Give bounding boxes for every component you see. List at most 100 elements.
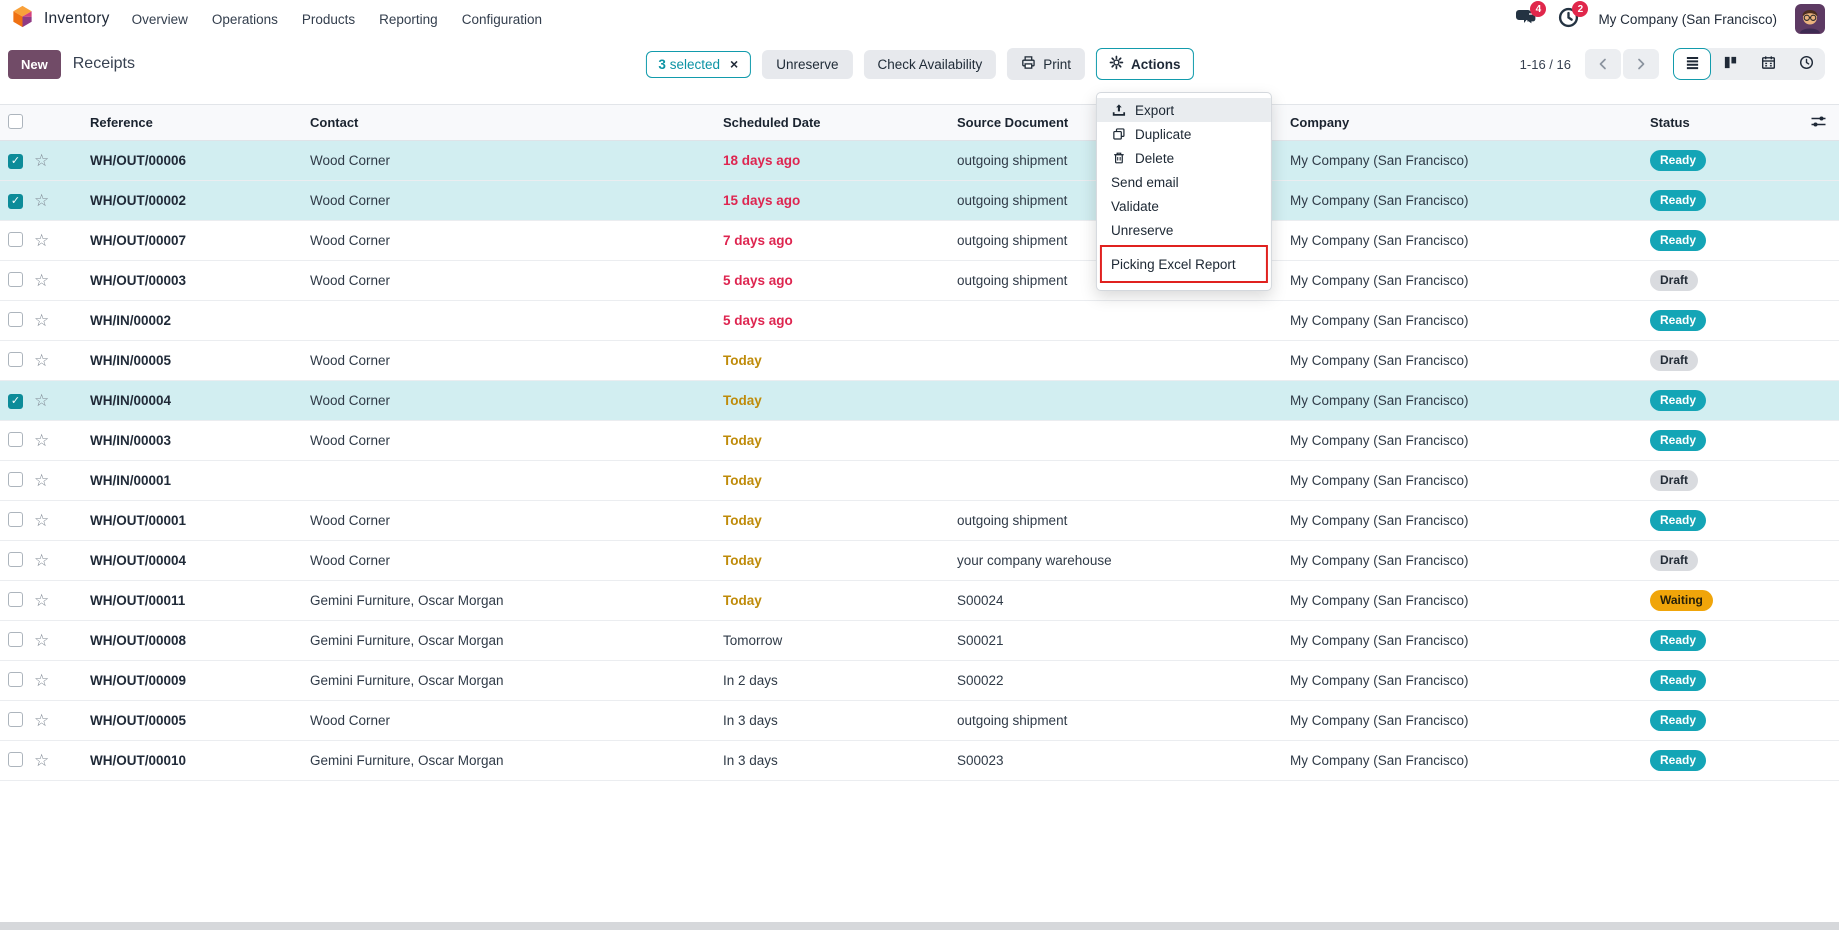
favorite-star-icon[interactable]: ☆: [34, 432, 90, 449]
company-cell[interactable]: My Company (San Francisco): [1290, 233, 1650, 248]
contact-cell[interactable]: Gemini Furniture, Oscar Morgan: [310, 753, 723, 768]
nav-menu-products[interactable]: Products: [302, 12, 355, 27]
scheduled-date-cell[interactable]: In 3 days: [723, 753, 957, 768]
company-cell[interactable]: My Company (San Francisco): [1290, 433, 1650, 448]
row-checkbox[interactable]: [8, 512, 23, 527]
company-cell[interactable]: My Company (San Francisco): [1290, 153, 1650, 168]
row-checkbox[interactable]: [8, 352, 23, 367]
contact-cell[interactable]: Wood Corner: [310, 513, 723, 528]
scheduled-date-cell[interactable]: Today: [723, 513, 957, 528]
row-checkbox[interactable]: [8, 712, 23, 727]
nav-menu-overview[interactable]: Overview: [132, 12, 188, 27]
company-cell[interactable]: My Company (San Francisco): [1290, 353, 1650, 368]
row-checkbox[interactable]: ✓: [8, 194, 23, 209]
favorite-star-icon[interactable]: ☆: [34, 672, 90, 689]
contact-cell[interactable]: Wood Corner: [310, 193, 723, 208]
company-cell[interactable]: My Company (San Francisco): [1290, 273, 1650, 288]
header-scheduled-date[interactable]: Scheduled Date: [723, 115, 957, 130]
favorite-star-icon[interactable]: ☆: [34, 512, 90, 529]
source-document-cell[interactable]: S00023: [957, 753, 1290, 768]
print-button[interactable]: Print: [1007, 48, 1085, 80]
company-cell[interactable]: My Company (San Francisco): [1290, 753, 1650, 768]
favorite-star-icon[interactable]: ☆: [34, 152, 90, 169]
table-row[interactable]: ☆ WH/IN/00002 5 days ago My Company (San…: [0, 301, 1839, 341]
table-row[interactable]: ☆ WH/IN/00003 Wood Corner Today My Compa…: [0, 421, 1839, 461]
user-avatar[interactable]: [1795, 4, 1825, 34]
optional-columns-icon[interactable]: [1810, 113, 1827, 133]
contact-cell[interactable]: Wood Corner: [310, 433, 723, 448]
favorite-star-icon[interactable]: ☆: [34, 752, 90, 769]
contact-cell[interactable]: Gemini Furniture, Oscar Morgan: [310, 593, 723, 608]
scheduled-date-cell[interactable]: 15 days ago: [723, 193, 957, 208]
favorite-star-icon[interactable]: ☆: [34, 712, 90, 729]
favorite-star-icon[interactable]: ☆: [34, 592, 90, 609]
app-switcher[interactable]: Inventory: [10, 4, 110, 34]
table-row[interactable]: ✓ ☆ WH/IN/00004 Wood Corner Today My Com…: [0, 381, 1839, 421]
scheduled-date-cell[interactable]: Tomorrow: [723, 633, 957, 648]
scheduled-date-cell[interactable]: 5 days ago: [723, 273, 957, 288]
scheduled-date-cell[interactable]: 5 days ago: [723, 313, 957, 328]
table-row[interactable]: ☆ WH/OUT/00004 Wood Corner Today your co…: [0, 541, 1839, 581]
scheduled-date-cell[interactable]: 7 days ago: [723, 233, 957, 248]
contact-cell[interactable]: Wood Corner: [310, 153, 723, 168]
favorite-star-icon[interactable]: ☆: [34, 232, 90, 249]
row-checkbox[interactable]: [8, 272, 23, 287]
table-row[interactable]: ☆ WH/IN/00001 Today My Company (San Fran…: [0, 461, 1839, 501]
menu-item-unreserve[interactable]: Unreserve: [1097, 218, 1271, 242]
reference-cell[interactable]: WH/OUT/00010: [90, 753, 310, 768]
row-checkbox[interactable]: [8, 472, 23, 487]
header-company[interactable]: Company: [1290, 115, 1650, 130]
pager-next-button[interactable]: [1623, 49, 1659, 79]
reference-cell[interactable]: WH/OUT/00008: [90, 633, 310, 648]
favorite-star-icon[interactable]: ☆: [34, 312, 90, 329]
source-document-cell[interactable]: your company warehouse: [957, 553, 1290, 568]
reference-cell[interactable]: WH/IN/00004: [90, 393, 310, 408]
company-cell[interactable]: My Company (San Francisco): [1290, 633, 1650, 648]
row-checkbox[interactable]: [8, 432, 23, 447]
contact-cell[interactable]: Gemini Furniture, Oscar Morgan: [310, 673, 723, 688]
scheduled-date-cell[interactable]: Today: [723, 353, 957, 368]
company-cell[interactable]: My Company (San Francisco): [1290, 313, 1650, 328]
table-row[interactable]: ☆ WH/IN/00005 Wood Corner Today My Compa…: [0, 341, 1839, 381]
reference-cell[interactable]: WH/OUT/00007: [90, 233, 310, 248]
header-reference[interactable]: Reference: [90, 115, 310, 130]
row-checkbox[interactable]: ✓: [8, 154, 23, 169]
activities-button[interactable]: 2: [1556, 7, 1580, 31]
header-status[interactable]: Status: [1650, 115, 1800, 130]
scheduled-date-cell[interactable]: In 2 days: [723, 673, 957, 688]
company-cell[interactable]: My Company (San Francisco): [1290, 673, 1650, 688]
table-row[interactable]: ✓ ☆ WH/OUT/00006 Wood Corner 18 days ago…: [0, 141, 1839, 181]
contact-cell[interactable]: Wood Corner: [310, 713, 723, 728]
menu-item-delete[interactable]: Delete: [1097, 146, 1271, 170]
reference-cell[interactable]: WH/OUT/00005: [90, 713, 310, 728]
contact-cell[interactable]: Wood Corner: [310, 553, 723, 568]
table-row[interactable]: ☆ WH/OUT/00011 Gemini Furniture, Oscar M…: [0, 581, 1839, 621]
table-row[interactable]: ✓ ☆ WH/OUT/00002 Wood Corner 15 days ago…: [0, 181, 1839, 221]
calendar-view-button[interactable]: [1749, 48, 1787, 80]
row-checkbox[interactable]: [8, 672, 23, 687]
reference-cell[interactable]: WH/OUT/00002: [90, 193, 310, 208]
reference-cell[interactable]: WH/OUT/00001: [90, 513, 310, 528]
favorite-star-icon[interactable]: ☆: [34, 392, 90, 409]
scheduled-date-cell[interactable]: Today: [723, 593, 957, 608]
table-row[interactable]: ☆ WH/OUT/00003 Wood Corner 5 days ago ou…: [0, 261, 1839, 301]
selection-chip[interactable]: 3 selected ×: [645, 51, 751, 78]
favorite-star-icon[interactable]: ☆: [34, 192, 90, 209]
reference-cell[interactable]: WH/OUT/00003: [90, 273, 310, 288]
source-document-cell[interactable]: outgoing shipment: [957, 513, 1290, 528]
nav-menu-operations[interactable]: Operations: [212, 12, 278, 27]
select-all-checkbox[interactable]: [8, 114, 23, 129]
company-cell[interactable]: My Company (San Francisco): [1290, 513, 1650, 528]
company-cell[interactable]: My Company (San Francisco): [1290, 713, 1650, 728]
row-checkbox[interactable]: [8, 232, 23, 247]
unreserve-button[interactable]: Unreserve: [762, 50, 852, 79]
reference-cell[interactable]: WH/OUT/00004: [90, 553, 310, 568]
favorite-star-icon[interactable]: ☆: [34, 272, 90, 289]
favorite-star-icon[interactable]: ☆: [34, 552, 90, 569]
source-document-cell[interactable]: S00024: [957, 593, 1290, 608]
header-contact[interactable]: Contact: [310, 115, 723, 130]
contact-cell[interactable]: Wood Corner: [310, 393, 723, 408]
company-cell[interactable]: My Company (San Francisco): [1290, 593, 1650, 608]
kanban-view-button[interactable]: [1711, 48, 1749, 80]
table-row[interactable]: ☆ WH/OUT/00005 Wood Corner In 3 days out…: [0, 701, 1839, 741]
